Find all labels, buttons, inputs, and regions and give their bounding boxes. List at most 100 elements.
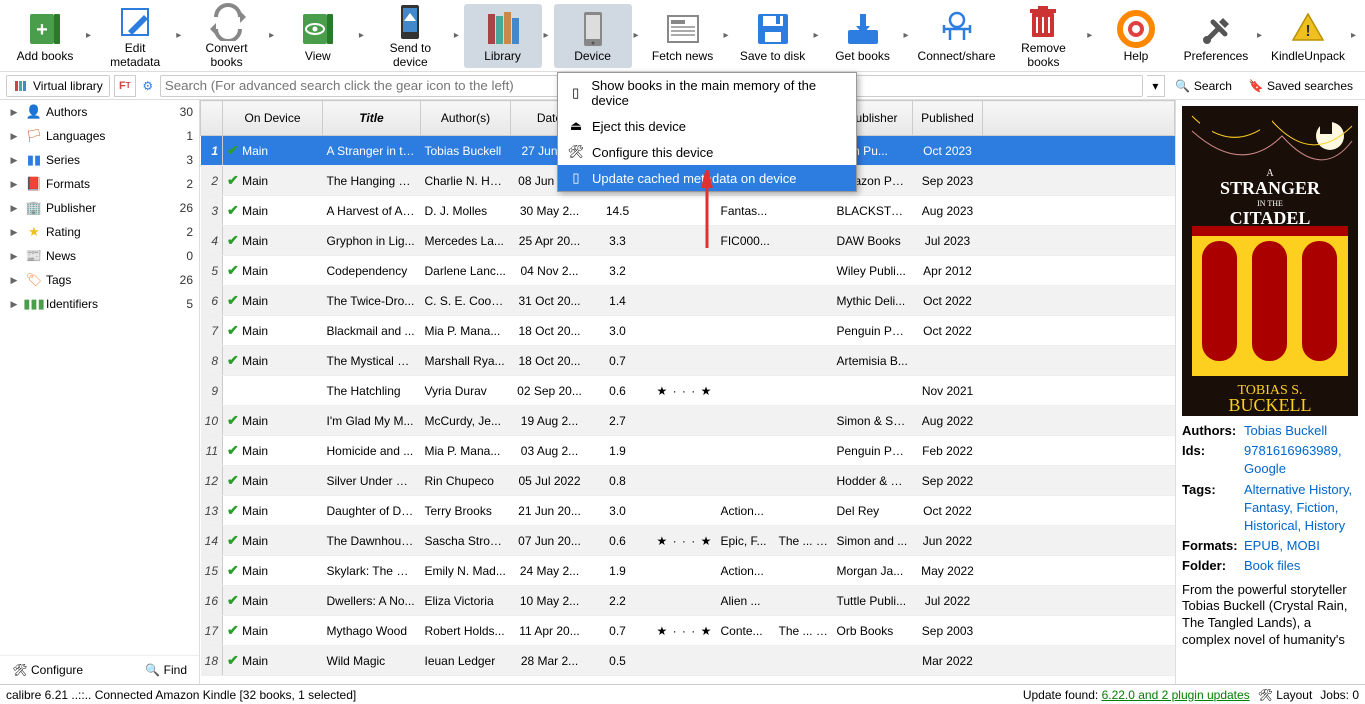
- device-icon: ▯: [568, 85, 583, 101]
- flag-icon: 🏳: [26, 128, 42, 144]
- fulltext-icon[interactable]: FT: [114, 75, 136, 97]
- table-row[interactable]: 7✔ MainBlackmail and ...Mia P. Mana...18…: [201, 316, 1175, 346]
- col-on-device[interactable]: On Device: [223, 101, 323, 136]
- table-row[interactable]: 3✔ MainA Harvest of As...D. J. Molles30 …: [201, 196, 1175, 226]
- fetch-news-button[interactable]: Fetch news: [644, 4, 722, 68]
- ids-link[interactable]: 9781616963989, Google: [1244, 442, 1359, 478]
- convert-books-dropdown[interactable]: ▸: [267, 30, 277, 41]
- find-button[interactable]: 🔍 Find: [139, 660, 193, 680]
- table-row[interactable]: 4✔ MainGryphon in Lig...Mercedes La...25…: [201, 226, 1175, 256]
- table-row[interactable]: 11✔ MainHomicide and ...Mia P. Mana...03…: [201, 436, 1175, 466]
- library-dropdown[interactable]: ▸: [542, 30, 552, 41]
- connect-share-button[interactable]: Connect/share: [914, 4, 1000, 68]
- check-icon: ✔: [227, 562, 239, 578]
- table-row[interactable]: 13✔ MainDaughter of Da...Terry Brooks21 …: [201, 496, 1175, 526]
- remove-books-dropdown[interactable]: ▸: [1085, 30, 1095, 41]
- table-row[interactable]: 10✔ MainI'm Glad My M...McCurdy, Je...19…: [201, 406, 1175, 436]
- gear-icon[interactable]: ⚙: [140, 78, 156, 94]
- col-num[interactable]: [201, 101, 223, 136]
- table-row[interactable]: 14✔ MainThe DawnhoundsSascha Stron...07 …: [201, 526, 1175, 556]
- convert-books-button[interactable]: Convert books: [186, 4, 267, 68]
- view-dropdown[interactable]: ▸: [357, 30, 367, 41]
- add-books-button[interactable]: +Add books: [6, 4, 84, 68]
- author-link[interactable]: Tobias Buckell: [1244, 422, 1327, 440]
- device-menu-item[interactable]: 🛠Configure this device: [558, 139, 856, 165]
- sidebar-item-rating[interactable]: ▶★Rating2: [0, 220, 199, 244]
- col-title[interactable]: Title: [323, 101, 421, 136]
- check-icon: ✔: [227, 412, 239, 428]
- get-books-icon: [843, 9, 883, 49]
- search-button[interactable]: 🔍 Search: [1169, 76, 1238, 96]
- configure-button[interactable]: 🛠 Configure: [6, 660, 89, 680]
- sidebar-item-identifiers[interactable]: ▶▮▮▮Identifiers5: [0, 292, 199, 316]
- tags-link[interactable]: Alternative History, Fantasy, Fiction, H…: [1244, 481, 1359, 536]
- sidebar-item-series[interactable]: ▶▮▮Series3: [0, 148, 199, 172]
- send-to-device-button[interactable]: Send to device: [369, 4, 452, 68]
- col-published[interactable]: Published: [913, 101, 983, 136]
- library-icon: [483, 9, 523, 49]
- device-button[interactable]: Device: [554, 4, 632, 68]
- book-icon: 📕: [26, 176, 42, 192]
- preferences-button[interactable]: Preferences: [1177, 4, 1255, 68]
- table-row[interactable]: 16✔ MainDwellers: A No...Eliza Victoria1…: [201, 586, 1175, 616]
- book-details-panel: A STRANGER IN THE CITADEL TOBIAS S. BUCK…: [1175, 100, 1365, 684]
- edit-metadata-dropdown[interactable]: ▸: [174, 30, 184, 41]
- jobs-indicator[interactable]: Jobs: 0: [1320, 688, 1359, 702]
- sidebar-item-publisher[interactable]: ▶🏢Publisher26: [0, 196, 199, 220]
- device-dropdown[interactable]: ▸: [632, 30, 642, 41]
- kindleunpack-dropdown[interactable]: ▸: [1349, 30, 1359, 41]
- sidebar-item-tags[interactable]: ▶🏷Tags26: [0, 268, 199, 292]
- chevron-right-icon: ▶: [6, 272, 22, 288]
- help-button[interactable]: Help: [1097, 4, 1175, 68]
- send-to-device-icon: [390, 3, 430, 41]
- convert-books-icon: [207, 3, 247, 41]
- virtual-library-button[interactable]: Virtual library: [6, 75, 110, 97]
- table-row[interactable]: 6✔ MainThe Twice-Dro...C. S. E. Cooney31…: [201, 286, 1175, 316]
- sidebar-item-languages[interactable]: ▶🏳Languages1: [0, 124, 199, 148]
- send-to-device-dropdown[interactable]: ▸: [452, 30, 462, 41]
- svg-text:+: +: [36, 19, 48, 41]
- view-button[interactable]: View: [279, 4, 357, 68]
- fetch-news-dropdown[interactable]: ▸: [722, 30, 732, 41]
- sidebar-item-authors[interactable]: ▶👤Authors30: [0, 100, 199, 124]
- table-row[interactable]: 5✔ MainCodependencyDarlene Lanc...04 Nov…: [201, 256, 1175, 286]
- check-icon: ✔: [227, 232, 239, 248]
- remove-books-button[interactable]: Remove books: [1002, 4, 1086, 68]
- book-cover[interactable]: A STRANGER IN THE CITADEL TOBIAS S. BUCK…: [1182, 106, 1358, 416]
- search-history-dd[interactable]: ▾: [1147, 75, 1165, 97]
- star-icon: ★: [26, 224, 42, 240]
- kindleunpack-button[interactable]: !KindleUnpack: [1267, 4, 1349, 68]
- sidebar-item-news[interactable]: ▶📰News0: [0, 244, 199, 268]
- table-row[interactable]: 17✔ MainMythago WoodRobert Holds...11 Ap…: [201, 616, 1175, 646]
- update-link[interactable]: 6.22.0 and 2 plugin updates: [1102, 688, 1250, 702]
- folder-link[interactable]: Book files: [1244, 557, 1300, 575]
- library-button[interactable]: Library: [464, 4, 542, 68]
- check-icon: ✔: [227, 442, 239, 458]
- table-row[interactable]: 8✔ MainThe Mystical M...Marshall Rya...1…: [201, 346, 1175, 376]
- device-menu-item[interactable]: ⏏Eject this device: [558, 113, 856, 139]
- chevron-right-icon: ▶: [6, 224, 22, 240]
- add-books-dropdown[interactable]: ▸: [84, 30, 94, 41]
- sidebar-item-formats[interactable]: ▶📕Formats2: [0, 172, 199, 196]
- book-description: From the powerful storyteller Tobias Buc…: [1182, 582, 1359, 650]
- preferences-icon: [1196, 9, 1236, 49]
- device-menu-item[interactable]: ▯Update cached metadata on device: [558, 165, 856, 191]
- device-menu-item[interactable]: ▯Show books in the main memory of the de…: [558, 73, 856, 113]
- table-row[interactable]: 9The HatchlingVyria Durav02 Sep 20...0.6…: [201, 376, 1175, 406]
- vlib-icon: [13, 78, 29, 94]
- formats-link[interactable]: EPUB, MOBI: [1244, 537, 1320, 555]
- layout-button[interactable]: 🛠 Layout: [1258, 688, 1313, 702]
- saved-searches-button[interactable]: 🔖 Saved searches: [1242, 76, 1359, 96]
- get-books-button[interactable]: Get books: [824, 4, 902, 68]
- check-icon: ✔: [227, 142, 239, 158]
- table-row[interactable]: 15✔ MainSkylark: The Dr...Emily N. Mad..…: [201, 556, 1175, 586]
- save-to-disk-button[interactable]: Save to disk: [734, 4, 812, 68]
- check-icon: ✔: [227, 352, 239, 368]
- col-author-s-[interactable]: Author(s): [421, 101, 511, 136]
- edit-metadata-button[interactable]: Edit metadata: [96, 4, 174, 68]
- save-to-disk-dropdown[interactable]: ▸: [812, 30, 822, 41]
- preferences-dropdown[interactable]: ▸: [1255, 30, 1265, 41]
- table-row[interactable]: 18✔ MainWild MagicIeuan Ledger28 Mar 2..…: [201, 646, 1175, 676]
- table-row[interactable]: 12✔ MainSilver Under Ni...Rin Chupeco05 …: [201, 466, 1175, 496]
- get-books-dropdown[interactable]: ▸: [902, 30, 912, 41]
